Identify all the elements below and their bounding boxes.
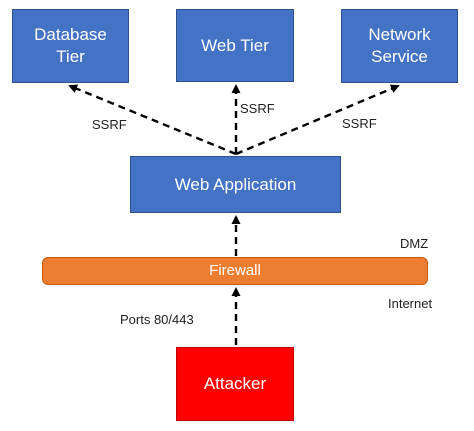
ssrf-diagram: Database Tier Web Tier Network Service W… [0, 0, 474, 431]
web-tier-node: Web Tier [176, 9, 294, 82]
firewall-bar: Firewall [42, 257, 428, 285]
ssrf-label-left: SSRF [92, 117, 127, 132]
database-tier-node: Database Tier [12, 9, 129, 83]
attacker-node: Attacker [176, 347, 294, 421]
ports-label: Ports 80/443 [120, 312, 194, 327]
firewall-label: Firewall [209, 262, 261, 279]
internet-zone-label: Internet [388, 296, 433, 311]
attacker-label: Attacker [203, 374, 267, 393]
ssrf-label-center: SSRF [240, 101, 275, 116]
web-tier-label: Web Tier [201, 35, 269, 55]
ssrf-label-right: SSRF [342, 116, 377, 131]
network-service-node: Network Service [341, 9, 458, 83]
database-tier-label: Database Tier [34, 25, 107, 66]
web-application-node: Web Application [130, 156, 341, 213]
dmz-zone-label: DMZ [400, 236, 429, 251]
web-application-label: Web Application [174, 174, 297, 194]
network-service-label: Network Service [368, 25, 431, 66]
